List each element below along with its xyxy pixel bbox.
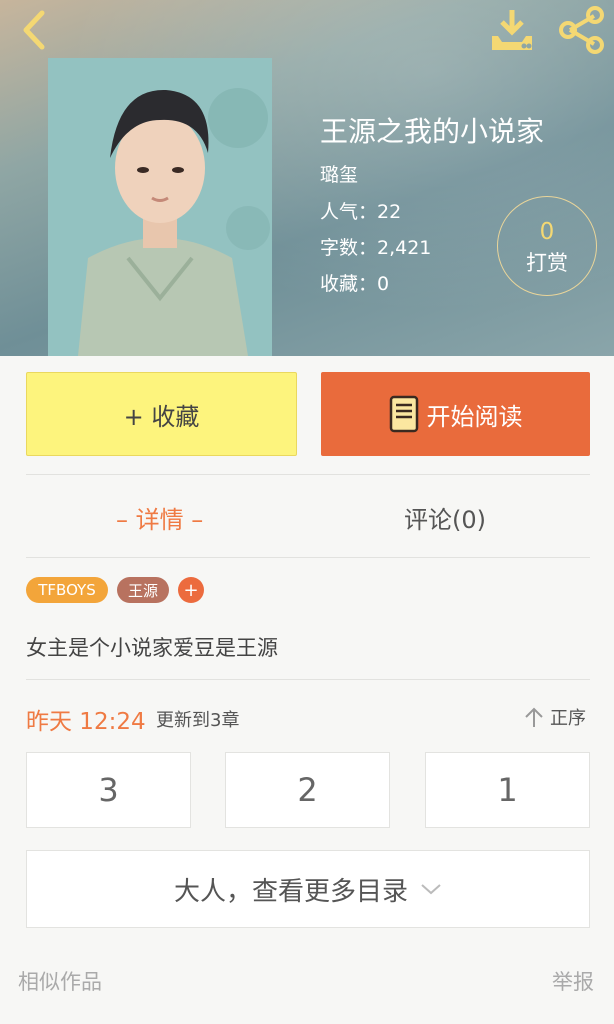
view-more-catalog-button[interactable]: 大人，查看更多目录 xyxy=(26,850,590,928)
chapter-item[interactable]: 3 xyxy=(26,752,191,828)
divider xyxy=(26,474,590,475)
tag-wangyuan[interactable]: 王源 xyxy=(117,577,169,603)
chevron-down-icon xyxy=(421,884,441,895)
similar-works-heading: 相似作品 xyxy=(18,970,102,994)
chapter-item[interactable]: 2 xyxy=(225,752,390,828)
collect-button-label: + 收藏 xyxy=(123,402,200,431)
tag-tfboys[interactable]: TFBOYS xyxy=(26,577,108,603)
reward-button[interactable]: 0 打赏 xyxy=(497,196,597,296)
back-arrow-icon[interactable] xyxy=(14,8,54,52)
sort-order-label: 正序 xyxy=(550,708,586,729)
view-more-catalog-label: 大人，查看更多目录 xyxy=(173,876,408,907)
book-description: 女主是个小说家爱豆是王源 xyxy=(26,636,278,660)
popularity-stat: 人气：22 xyxy=(320,201,402,223)
cover-illustration xyxy=(48,58,272,356)
book-cover-image[interactable] xyxy=(48,58,272,356)
divider xyxy=(26,557,590,558)
favorites-stat: 收藏：0 xyxy=(320,273,390,295)
word-count-stat: 字数：2,421 xyxy=(320,237,432,259)
divider xyxy=(26,679,590,680)
update-time: 昨天 12:24 xyxy=(26,709,146,735)
add-tag-button[interactable]: + xyxy=(178,577,204,603)
sort-order-toggle[interactable]: 正序 xyxy=(524,704,586,730)
share-icon[interactable] xyxy=(556,6,606,54)
tab-comments[interactable]: 评论(0) xyxy=(404,500,486,535)
start-reading-label: 开始阅读 xyxy=(426,402,523,431)
book-icon xyxy=(389,395,418,433)
update-status: 更新到3章 xyxy=(156,710,240,731)
reward-label: 打赏 xyxy=(526,251,568,275)
tab-detail[interactable]: – 详情 – xyxy=(116,500,203,535)
sort-up-arrow-icon xyxy=(525,707,543,727)
chapter-item[interactable]: 1 xyxy=(425,752,590,828)
book-title: 王源之我的小说家 xyxy=(320,115,545,148)
collect-button[interactable]: + 收藏 xyxy=(26,372,297,456)
report-link[interactable]: 举报 xyxy=(552,966,594,996)
start-reading-button[interactable]: 开始阅读 xyxy=(321,372,590,456)
reward-count: 0 xyxy=(539,219,555,245)
download-icon[interactable] xyxy=(488,6,536,54)
author-name[interactable]: 璐玺 xyxy=(320,160,358,187)
